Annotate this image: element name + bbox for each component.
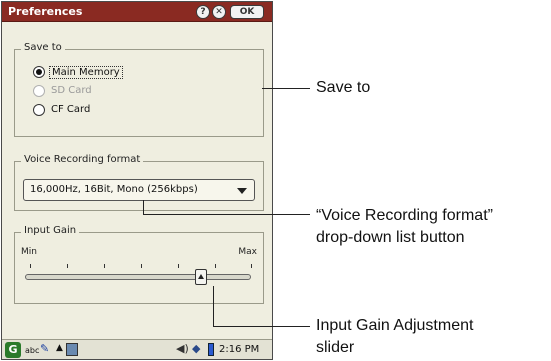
gain-min-label: Min	[21, 247, 37, 257]
chevron-down-icon	[237, 188, 247, 194]
taskbar: G abc ✎ ▲ ◀) ◆ 2:16 PM	[2, 339, 272, 359]
save-to-group: Save to Main Memory SD Card CF Card	[14, 42, 264, 137]
ok-button[interactable]: OK	[230, 5, 264, 19]
gain-tick	[141, 264, 142, 268]
voice-format-legend: Voice Recording format	[21, 154, 144, 165]
radio-selected-icon	[33, 66, 45, 78]
gain-tick	[30, 264, 31, 268]
gain-tick	[178, 264, 179, 268]
title-bar: Preferences ? ✕ OK	[2, 2, 272, 22]
callout-voice-format-2: drop-down list button	[316, 229, 465, 246]
gain-slider-thumb[interactable]	[195, 269, 208, 285]
radio-label-main-memory: Main Memory	[49, 66, 123, 79]
help-button[interactable]: ?	[196, 5, 210, 19]
dialog-title: Preferences	[8, 5, 83, 18]
app-logo-icon[interactable]: G	[5, 342, 21, 358]
battery-icon	[208, 343, 214, 356]
voice-format-group: Voice Recording format 16,000Hz, 16Bit, …	[14, 154, 264, 211]
radio-label-sd-card: SD Card	[51, 85, 92, 96]
save-to-legend: Save to	[21, 42, 65, 53]
callout-line-gain-v	[213, 286, 214, 326]
input-gain-legend: Input Gain	[21, 225, 80, 236]
preferences-dialog: Preferences ? ✕ OK Save to Main Memory S…	[1, 1, 273, 360]
radio-sd-card: SD Card	[33, 84, 233, 100]
radio-main-memory[interactable]: Main Memory	[33, 65, 233, 81]
gain-max-label: Max	[238, 247, 257, 257]
callout-gain-1: Input Gain Adjustment	[316, 317, 474, 334]
up-arrow-icon[interactable]: ▲	[56, 343, 63, 353]
radio-unselected-icon	[33, 85, 45, 97]
gain-tick	[104, 264, 105, 268]
callout-line-save-to	[262, 88, 310, 89]
callout-line-gain-h	[213, 326, 310, 327]
callout-save-to: Save to	[316, 79, 371, 96]
clock[interactable]: 2:16 PM	[219, 344, 259, 355]
radio-cf-card[interactable]: CF Card	[33, 103, 233, 119]
speaker-icon[interactable]: ◀)	[176, 342, 189, 355]
gain-tick	[251, 264, 252, 268]
gain-tick	[67, 264, 68, 268]
input-gain-group: Input Gain Min Max	[14, 225, 264, 304]
voice-format-value: 16,000Hz, 16Bit, Mono (256kbps)	[30, 184, 198, 195]
close-button[interactable]: ✕	[212, 5, 226, 19]
keyboard-icon[interactable]	[66, 343, 78, 356]
gain-slider-track[interactable]	[25, 274, 251, 280]
input-method-label[interactable]: abc	[25, 346, 39, 355]
pen-icon[interactable]: ✎	[40, 342, 49, 355]
callout-voice-format-1: “Voice Recording format”	[316, 207, 493, 224]
network-icon[interactable]: ◆	[192, 342, 200, 355]
callout-gain-2: slider	[316, 339, 355, 356]
voice-format-dropdown[interactable]: 16,000Hz, 16Bit, Mono (256kbps)	[23, 179, 255, 201]
gain-tick	[215, 264, 216, 268]
radio-label-cf-card: CF Card	[51, 104, 91, 115]
callout-line-voice-h	[143, 214, 310, 215]
callout-line-voice-v	[143, 200, 144, 214]
radio-unselected-icon	[33, 104, 45, 116]
